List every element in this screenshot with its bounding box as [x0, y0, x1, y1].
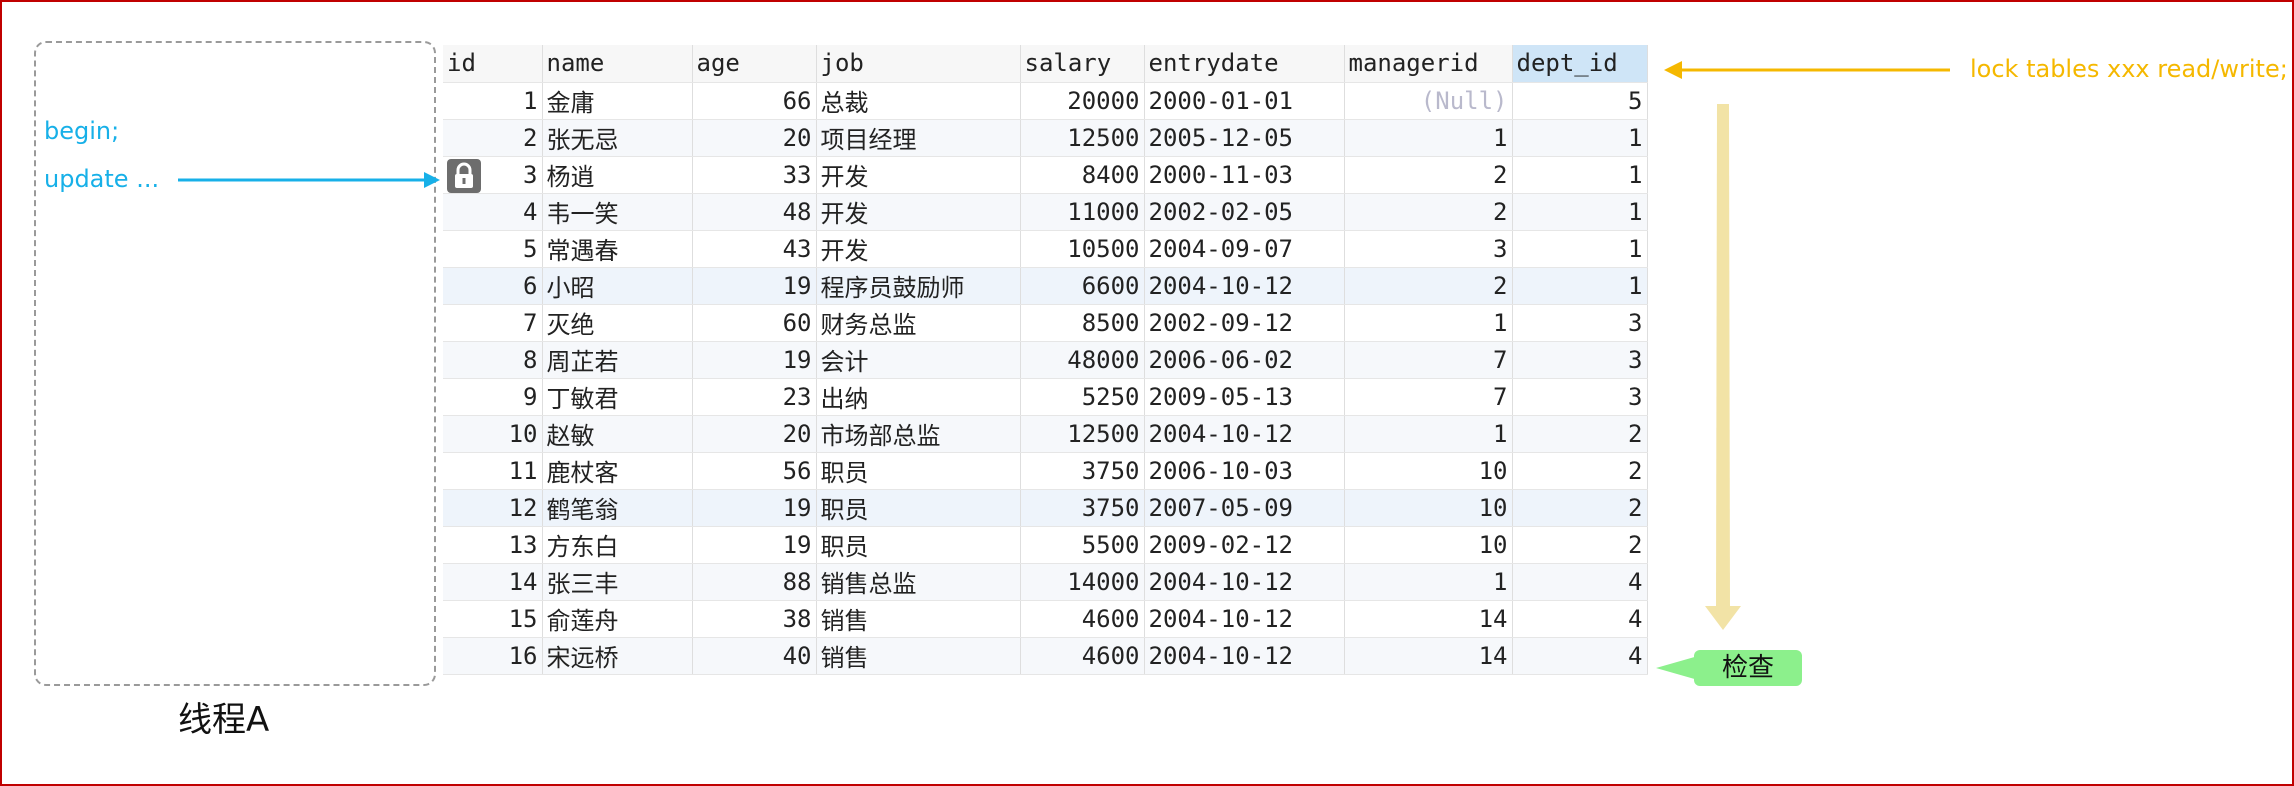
scan-arrow-head [1705, 606, 1741, 630]
check-callout-pointer [1656, 656, 1698, 680]
annotation-arrows [178, 61, 1950, 680]
check-badge: 检查 [1694, 650, 1802, 686]
lock-arrow-head [1664, 61, 1682, 79]
scan-arrow-shaft [1716, 104, 1730, 612]
lock-tables-note: lock tables xxx read/write; [1970, 55, 2288, 83]
update-arrow-head [424, 172, 440, 188]
